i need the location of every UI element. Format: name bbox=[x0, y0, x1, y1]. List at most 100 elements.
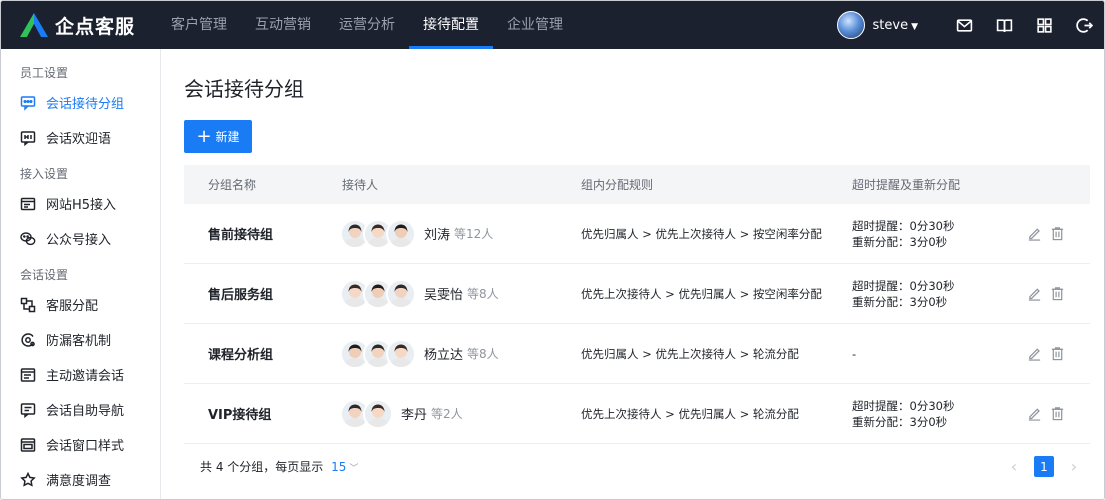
user-avatar[interactable] bbox=[836, 11, 865, 39]
total-text: 共 4 个分组，每页显示 bbox=[200, 459, 324, 474]
distribution-rule: 优先归属人 > 优先上次接待人 > 按空闲率分配 bbox=[581, 226, 822, 241]
sidebar-section-title: 接入设置 bbox=[20, 167, 69, 181]
table-header: 分组名称 接待人 组内分配规则 超时提醒及重新分配 bbox=[184, 165, 1090, 204]
table-footer: 共 4 个分组，每页显示 15 ﹀ ‹ 1 › bbox=[184, 446, 1090, 486]
table-row[interactable]: VIP接待组 李丹 等2人 优先上次接待人 > 优先归属人 > 轮流分配 超时提醒：0分… bbox=[184, 384, 1090, 444]
nav-item-enterprise[interactable]: 企业管理 bbox=[493, 1, 577, 49]
apps-button[interactable] bbox=[1024, 1, 1064, 49]
app-logo[interactable]: 企点客服 bbox=[19, 12, 135, 38]
pagination: ‹ 1 › bbox=[1004, 456, 1084, 477]
distribution-rule: 优先上次接待人 > 优先归属人 > 轮流分配 bbox=[581, 406, 799, 421]
sidebar-item-label: 会话窗口样式 bbox=[46, 439, 125, 454]
nav-item-analytics[interactable]: 运营分析 bbox=[325, 1, 409, 49]
logout-button[interactable] bbox=[1064, 1, 1104, 49]
agent-name: 李丹 bbox=[401, 408, 428, 423]
chat-group-icon bbox=[20, 95, 36, 111]
trash-icon bbox=[1051, 287, 1063, 301]
prev-page-icon[interactable]: ‹ bbox=[1004, 457, 1024, 477]
next-page-icon[interactable]: › bbox=[1064, 457, 1084, 477]
group-name: 课程分析组 bbox=[208, 348, 274, 363]
sidebar-item-official-account[interactable]: 公众号接入 bbox=[1, 221, 160, 256]
user-name: steve bbox=[872, 17, 909, 33]
sidebar: 员工设置 会话接待分组 会话欢迎语 接入设置 网站H5接入 公众号接入 会话设置… bbox=[1, 49, 161, 499]
agent-name: 刘涛 bbox=[424, 228, 451, 243]
wechat-icon bbox=[20, 231, 36, 245]
agent-avatar bbox=[386, 218, 416, 249]
sidebar-item-anti-loss[interactable]: 防漏客机制 bbox=[1, 322, 160, 357]
agent-avatar bbox=[386, 278, 416, 309]
nav-icon bbox=[20, 402, 36, 418]
sidebar-item-label: 公众号接入 bbox=[46, 233, 112, 248]
page-number-current[interactable]: 1 bbox=[1034, 456, 1054, 477]
sidebar-item-distribution[interactable]: 客服分配 bbox=[1, 287, 160, 322]
agents-cell: 刘涛 等12人 bbox=[340, 218, 581, 249]
sidebar-item-invite[interactable]: 主动邀请会话 bbox=[1, 357, 160, 392]
main-nav: 客户管理 互动营销 运营分析 接待配置 企业管理 bbox=[157, 1, 577, 49]
header-agents: 接待人 bbox=[342, 178, 379, 192]
web-icon bbox=[20, 197, 36, 210]
nav-item-customer[interactable]: 客户管理 bbox=[157, 1, 241, 49]
mail-button[interactable] bbox=[944, 1, 984, 49]
agent-count: 等12人 bbox=[454, 227, 494, 241]
app-name: 企点客服 bbox=[55, 15, 136, 38]
edit-icon bbox=[1028, 348, 1040, 361]
sidebar-item-window-style[interactable]: 会话窗口样式 bbox=[1, 427, 160, 462]
group-name: 售前接待组 bbox=[208, 228, 274, 243]
sidebar-item-self-nav[interactable]: 会话自助导航 bbox=[1, 392, 160, 427]
delete-button[interactable] bbox=[1048, 345, 1066, 363]
trash-icon bbox=[1051, 407, 1063, 421]
sidebar-item-web-h5[interactable]: 网站H5接入 bbox=[1, 186, 160, 221]
timeout-reminder: 超时提醒：0分30秒 bbox=[852, 398, 955, 413]
edit-button[interactable] bbox=[1025, 345, 1043, 363]
logo-icon bbox=[20, 13, 48, 37]
logout-icon bbox=[1075, 17, 1093, 33]
app-window: 企点客服 客户管理 互动营销 运营分析 接待配置 企业管理 steve ▼ 员工… bbox=[0, 0, 1105, 500]
agents-cell: 杨立达 等8人 bbox=[340, 338, 581, 369]
sidebar-item-label: 满意度调查 bbox=[46, 474, 112, 489]
edit-button[interactable] bbox=[1025, 225, 1043, 243]
table-row[interactable]: 课程分析组 杨立达 等8人 优先归属人 > 优先上次接待人 > 轮流分配 - bbox=[184, 324, 1090, 384]
sidebar-item-label: 会话接待分组 bbox=[46, 97, 125, 112]
agent-avatar bbox=[363, 398, 393, 429]
sidebar-item-survey[interactable]: 满意度调查 bbox=[1, 462, 160, 497]
agents-cell: 李丹 等2人 bbox=[340, 398, 581, 429]
table-row[interactable]: 售后服务组 吴雯怡 等8人 优先上次接待人 > 优先归属人 > 按空闲率分配 超时提醒：… bbox=[184, 264, 1090, 324]
trash-icon bbox=[1051, 347, 1063, 361]
sidebar-item-chat-groups[interactable]: 会话接待分组 bbox=[1, 85, 160, 120]
agent-count: 等8人 bbox=[467, 347, 499, 361]
table-row[interactable]: 售前接待组 刘涛 等12人 优先归属人 > 优先上次接待人 > 按空闲率分配 超时提醒：… bbox=[184, 204, 1090, 264]
new-group-button[interactable]: + 新建 bbox=[184, 120, 252, 153]
delete-button[interactable] bbox=[1048, 225, 1066, 243]
nav-item-marketing[interactable]: 互动营销 bbox=[241, 1, 325, 49]
window-icon bbox=[20, 437, 36, 452]
reassign-time: 重新分配：3分0秒 bbox=[852, 234, 948, 249]
group-name: VIP接待组 bbox=[208, 408, 272, 423]
sidebar-item-label: 会话欢迎语 bbox=[46, 132, 112, 147]
page-size-select[interactable]: 15 ﹀ bbox=[331, 460, 358, 474]
new-button-label: 新建 bbox=[215, 130, 240, 144]
trash-icon bbox=[1051, 227, 1063, 241]
docs-button[interactable] bbox=[984, 1, 1024, 49]
timeout-reminder: 超时提醒：0分30秒 bbox=[852, 278, 955, 293]
delete-button[interactable] bbox=[1048, 285, 1066, 303]
user-menu[interactable]: steve ▼ bbox=[873, 18, 918, 33]
agent-name: 杨立达 bbox=[424, 348, 464, 363]
agent-count: 等2人 bbox=[431, 407, 463, 421]
top-navigation-bar: 企点客服 客户管理 互动营销 运营分析 接待配置 企业管理 steve ▼ bbox=[1, 1, 1104, 49]
distribution-rule: 优先上次接待人 > 优先归属人 > 按空闲率分配 bbox=[581, 286, 822, 301]
nav-item-reception-config[interactable]: 接待配置 bbox=[409, 1, 493, 49]
distribution-rule: 优先归属人 > 优先上次接待人 > 轮流分配 bbox=[581, 346, 799, 361]
header-actions: steve ▼ bbox=[836, 1, 1104, 49]
edit-icon bbox=[1028, 228, 1040, 241]
timeout-reminder: 超时提醒：0分30秒 bbox=[852, 218, 955, 233]
sidebar-section-title: 员工设置 bbox=[20, 66, 69, 80]
sidebar-item-label: 客服分配 bbox=[46, 299, 99, 314]
header-rule: 组内分配规则 bbox=[581, 178, 654, 192]
groups-table: 分组名称 接待人 组内分配规则 超时提醒及重新分配 售前接待组 刘涛 等12人 优先归… bbox=[184, 165, 1090, 444]
delete-button[interactable] bbox=[1048, 405, 1066, 423]
edit-button[interactable] bbox=[1025, 405, 1043, 423]
agents-cell: 吴雯怡 等8人 bbox=[340, 278, 581, 309]
sidebar-item-welcome[interactable]: 会话欢迎语 bbox=[1, 120, 160, 155]
edit-button[interactable] bbox=[1025, 285, 1043, 303]
pagination-summary: 共 4 个分组，每页显示 15 ﹀ bbox=[184, 458, 358, 475]
